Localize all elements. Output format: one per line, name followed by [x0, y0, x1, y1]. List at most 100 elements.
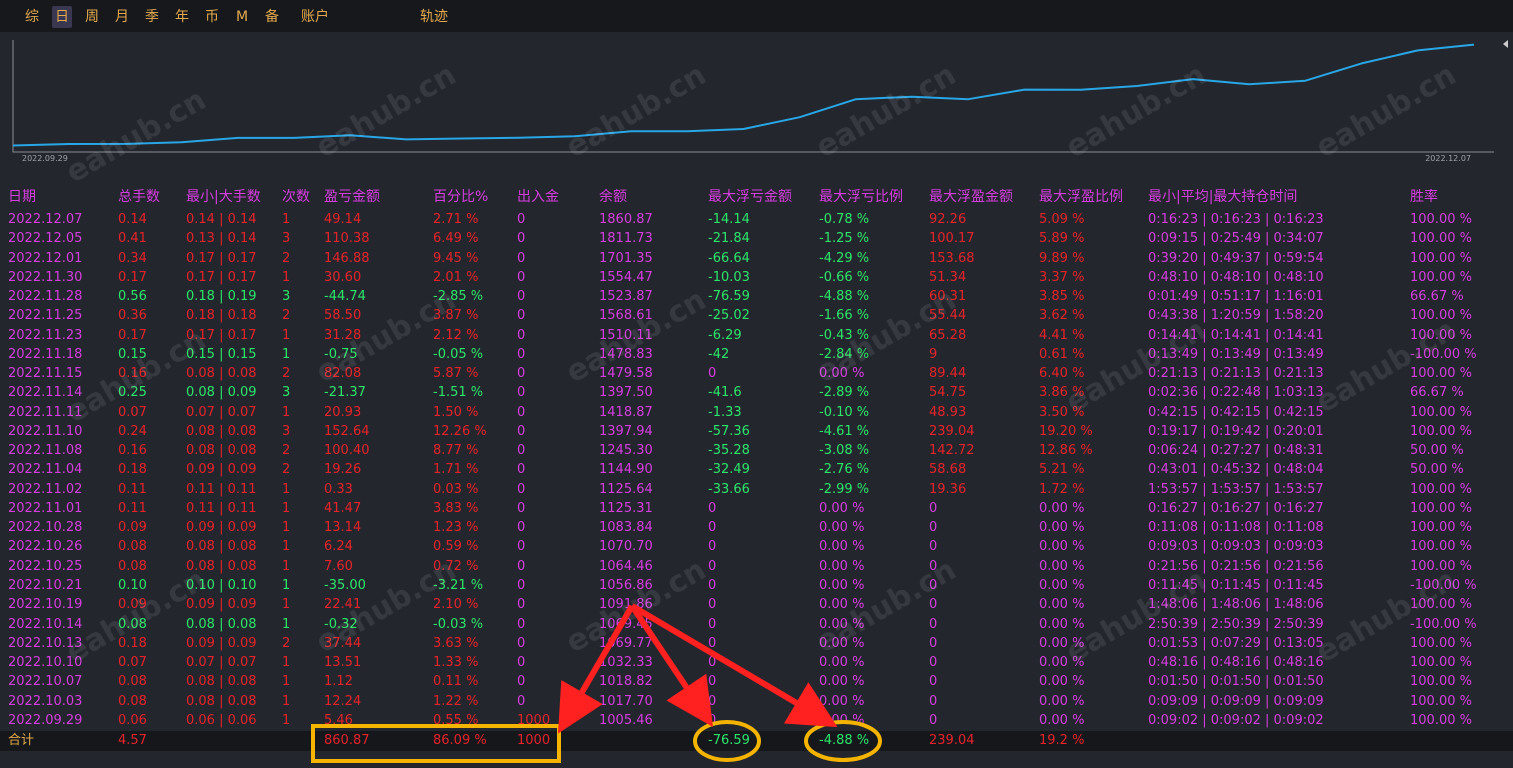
- table-cell: 1701.35: [599, 250, 653, 266]
- table-cell: 0.13 | 0.14: [186, 231, 257, 247]
- tab-4[interactable]: 季: [142, 6, 162, 28]
- table-cell: 0.00 %: [819, 577, 865, 593]
- table-cell: 1397.50: [599, 385, 653, 401]
- table-row[interactable]: 2022.11.15 0.16 0.08 | 0.08 2 82.08 5.87 % 0 14…: [0, 364, 1513, 383]
- table-cell: 2022.11.02: [8, 481, 83, 497]
- table-cell: 110.38: [324, 231, 370, 247]
- header-cell[interactable]: 最小|大手数: [186, 188, 261, 207]
- table-row[interactable]: 2022.10.25 0.08 0.08 | 0.08 1 7.60 0.72 % 0 106…: [0, 557, 1513, 576]
- table-row[interactable]: 2022.11.01 0.11 0.11 | 0.11 1 41.47 3.83 % 0 11…: [0, 499, 1513, 518]
- table-cell: 5.87 %: [433, 366, 479, 382]
- header-cell[interactable]: 最小|平均|最大持仓时间: [1148, 188, 1297, 207]
- table-cell: 1397.94: [599, 423, 653, 439]
- table-row[interactable]: 2022.10.14 0.08 0.08 | 0.08 1 -0.32 -0.03 % 0 1…: [0, 615, 1513, 634]
- table-cell: 1523.87: [599, 289, 653, 304]
- tab-8[interactable]: 备: [262, 6, 282, 28]
- table-row[interactable]: 2022.11.14 0.25 0.08 | 0.09 3 -21.37 -1.51 % 0…: [0, 383, 1513, 402]
- tab-2[interactable]: 周: [82, 6, 102, 28]
- table-row[interactable]: 2022.12.07 0.14 0.14 | 0.14 1 49.14 2.71 % 0 18…: [0, 210, 1513, 229]
- header-cell[interactable]: 日期: [8, 188, 36, 207]
- tab-3[interactable]: 月: [112, 6, 132, 28]
- table-cell: 0:16:27 | 0:16:27 | 0:16:27: [1148, 500, 1324, 516]
- table-row[interactable]: 2022.10.10 0.07 0.07 | 0.07 1 13.51 1.33 % 0 10…: [0, 653, 1513, 672]
- table-row[interactable]: 2022.10.03 0.08 0.08 | 0.08 1 12.24 1.22 % 0 10…: [0, 692, 1513, 711]
- table-cell: 1418.87: [599, 404, 653, 420]
- table-cell: 3.37 %: [1039, 269, 1085, 285]
- table-cell: 2: [282, 308, 291, 324]
- table-cell: 0: [929, 616, 938, 632]
- table-cell: 0: [517, 635, 526, 651]
- header-cell[interactable]: 最大浮亏比例: [819, 188, 903, 207]
- table-row[interactable]: 2022.11.02 0.11 0.11 | 0.11 1 0.33 0.03 % 0 112…: [0, 480, 1513, 499]
- table-cell: 12.26 %: [433, 423, 487, 439]
- tab-7[interactable]: M: [232, 6, 252, 28]
- header-cell[interactable]: 盈亏金额: [324, 188, 380, 207]
- table-row[interactable]: 2022.09.29 0.06 0.06 | 0.06 1 5.46 0.55 % 1000…: [0, 711, 1513, 730]
- header-cell[interactable]: 百分比%: [433, 188, 488, 207]
- equity-chart: 2022.09.29 2022.12.07: [3, 34, 1498, 168]
- tab-5[interactable]: 年: [172, 6, 192, 28]
- table-row[interactable]: 2022.11.30 0.17 0.17 | 0.17 1 30.60 2.01 % 0 15…: [0, 268, 1513, 287]
- table-row[interactable]: 2022.11.18 0.15 0.15 | 0.15 1 -0.75 -0.05 % 0 1…: [0, 345, 1513, 364]
- panel-collapse-icon[interactable]: [1503, 40, 1508, 48]
- table-cell: 100.00 %: [1410, 250, 1472, 266]
- tab-10[interactable]: 轨迹: [416, 6, 452, 28]
- tab-1[interactable]: 日: [52, 6, 72, 28]
- table-cell: 0:09:09 | 0:09:09 | 0:09:09: [1148, 693, 1324, 709]
- table-cell: 2022.10.25: [8, 558, 83, 574]
- table-cell: 1.22 %: [433, 693, 479, 709]
- table-cell: 1.71 %: [433, 462, 479, 478]
- table-row[interactable]: 2022.10.07 0.08 0.08 | 0.08 1 1.12 0.11 % 0 101…: [0, 672, 1513, 691]
- table-row[interactable]: 2022.11.25 0.36 0.18 | 0.18 2 58.50 3.87 % 0 15…: [0, 306, 1513, 325]
- header-cell[interactable]: 胜率: [1410, 188, 1438, 207]
- table-cell: 0.08 | 0.08: [186, 693, 257, 709]
- table-cell: 1: [282, 404, 291, 420]
- table-cell: 0.00 %: [1039, 674, 1085, 690]
- table-cell: 2022.10.03: [8, 693, 83, 709]
- header-cell[interactable]: 次数: [282, 188, 310, 207]
- table-row[interactable]: 2022.11.10 0.24 0.08 | 0.08 3 152.64 12.26 % 0…: [0, 422, 1513, 441]
- table-row[interactable]: 2022.10.21 0.10 0.10 | 0.10 1 -35.00 -3.21 % 0…: [0, 576, 1513, 595]
- table-cell: 0:48:16 | 0:48:16 | 0:48:16: [1148, 655, 1324, 670]
- header-cell[interactable]: 最大浮盈比例: [1039, 188, 1123, 207]
- table-row[interactable]: 2022.11.11 0.07 0.07 | 0.07 1 20.93 1.50 % 0 14…: [0, 403, 1513, 422]
- table-row[interactable]: 2022.12.01 0.34 0.17 | 0.17 2 146.88 9.45 % 0 1…: [0, 249, 1513, 268]
- header-cell[interactable]: 出入金: [517, 188, 559, 207]
- tab-9[interactable]: 账户: [298, 6, 332, 28]
- table-cell: 0: [929, 712, 938, 728]
- tab-0[interactable]: 综: [22, 6, 42, 28]
- table-cell: 0:02:36 | 0:22:48 | 1:03:13: [1148, 385, 1324, 401]
- table-row[interactable]: 2022.11.23 0.17 0.17 | 0.17 1 31.28 2.12 % 0 15…: [0, 326, 1513, 345]
- table-row[interactable]: 2022.11.28 0.56 0.18 | 0.19 3 -44.74 -2.85 % 0…: [0, 287, 1513, 306]
- table-cell: 0:06:24 | 0:27:27 | 0:48:31: [1148, 443, 1324, 459]
- table-cell: 1: [282, 616, 291, 632]
- table-row[interactable]: 2022.10.19 0.09 0.09 | 0.09 1 22.41 2.10 % 0 10…: [0, 595, 1513, 614]
- header-cell[interactable]: 总手数: [118, 188, 160, 207]
- table-cell: 0: [517, 577, 526, 593]
- table-cell: 0: [517, 327, 526, 343]
- header-cell[interactable]: 余额: [599, 188, 627, 207]
- table-cell: 1: [282, 655, 291, 670]
- table-cell: 0.18 | 0.18: [186, 308, 257, 324]
- table-row[interactable]: 2022.11.04 0.18 0.09 | 0.09 2 19.26 1.71 % 0 11…: [0, 460, 1513, 479]
- table-cell: -44.74: [324, 289, 366, 304]
- table-cell: 1: [282, 674, 291, 690]
- table-cell: 9: [929, 346, 938, 362]
- table-cell: 1144.90: [599, 462, 653, 478]
- total-max-float-profit-pct: 19.2 %: [1039, 733, 1085, 748]
- table-row[interactable]: 2022.10.13 0.18 0.09 | 0.09 2 37.44 3.63 % 0 10…: [0, 634, 1513, 653]
- table-row[interactable]: 2022.11.08 0.16 0.08 | 0.08 2 100.40 8.77 % 0 1…: [0, 441, 1513, 460]
- table-cell: 0:09:03 | 0:09:03 | 0:09:03: [1148, 539, 1324, 555]
- table-cell: 0.09 | 0.09: [186, 635, 257, 651]
- table-cell: 0.00 %: [1039, 712, 1085, 728]
- table-cell: 100.00 %: [1410, 269, 1472, 285]
- table-cell: 0: [929, 693, 938, 709]
- header-cell[interactable]: 最大浮亏金额: [708, 188, 792, 207]
- table-cell: 2022.11.30: [8, 269, 83, 285]
- table-row[interactable]: 2022.10.28 0.09 0.09 | 0.09 1 13.14 1.23 % 0 10…: [0, 518, 1513, 537]
- table-row[interactable]: 2022.10.26 0.08 0.08 | 0.08 1 6.24 0.59 % 0 107…: [0, 537, 1513, 556]
- table-cell: 0: [517, 289, 526, 304]
- header-cell[interactable]: 最大浮盈金额: [929, 188, 1013, 207]
- table-row[interactable]: 2022.12.05 0.41 0.13 | 0.14 3 110.38 6.49 % 0 1…: [0, 229, 1513, 248]
- tab-6[interactable]: 币: [202, 6, 222, 28]
